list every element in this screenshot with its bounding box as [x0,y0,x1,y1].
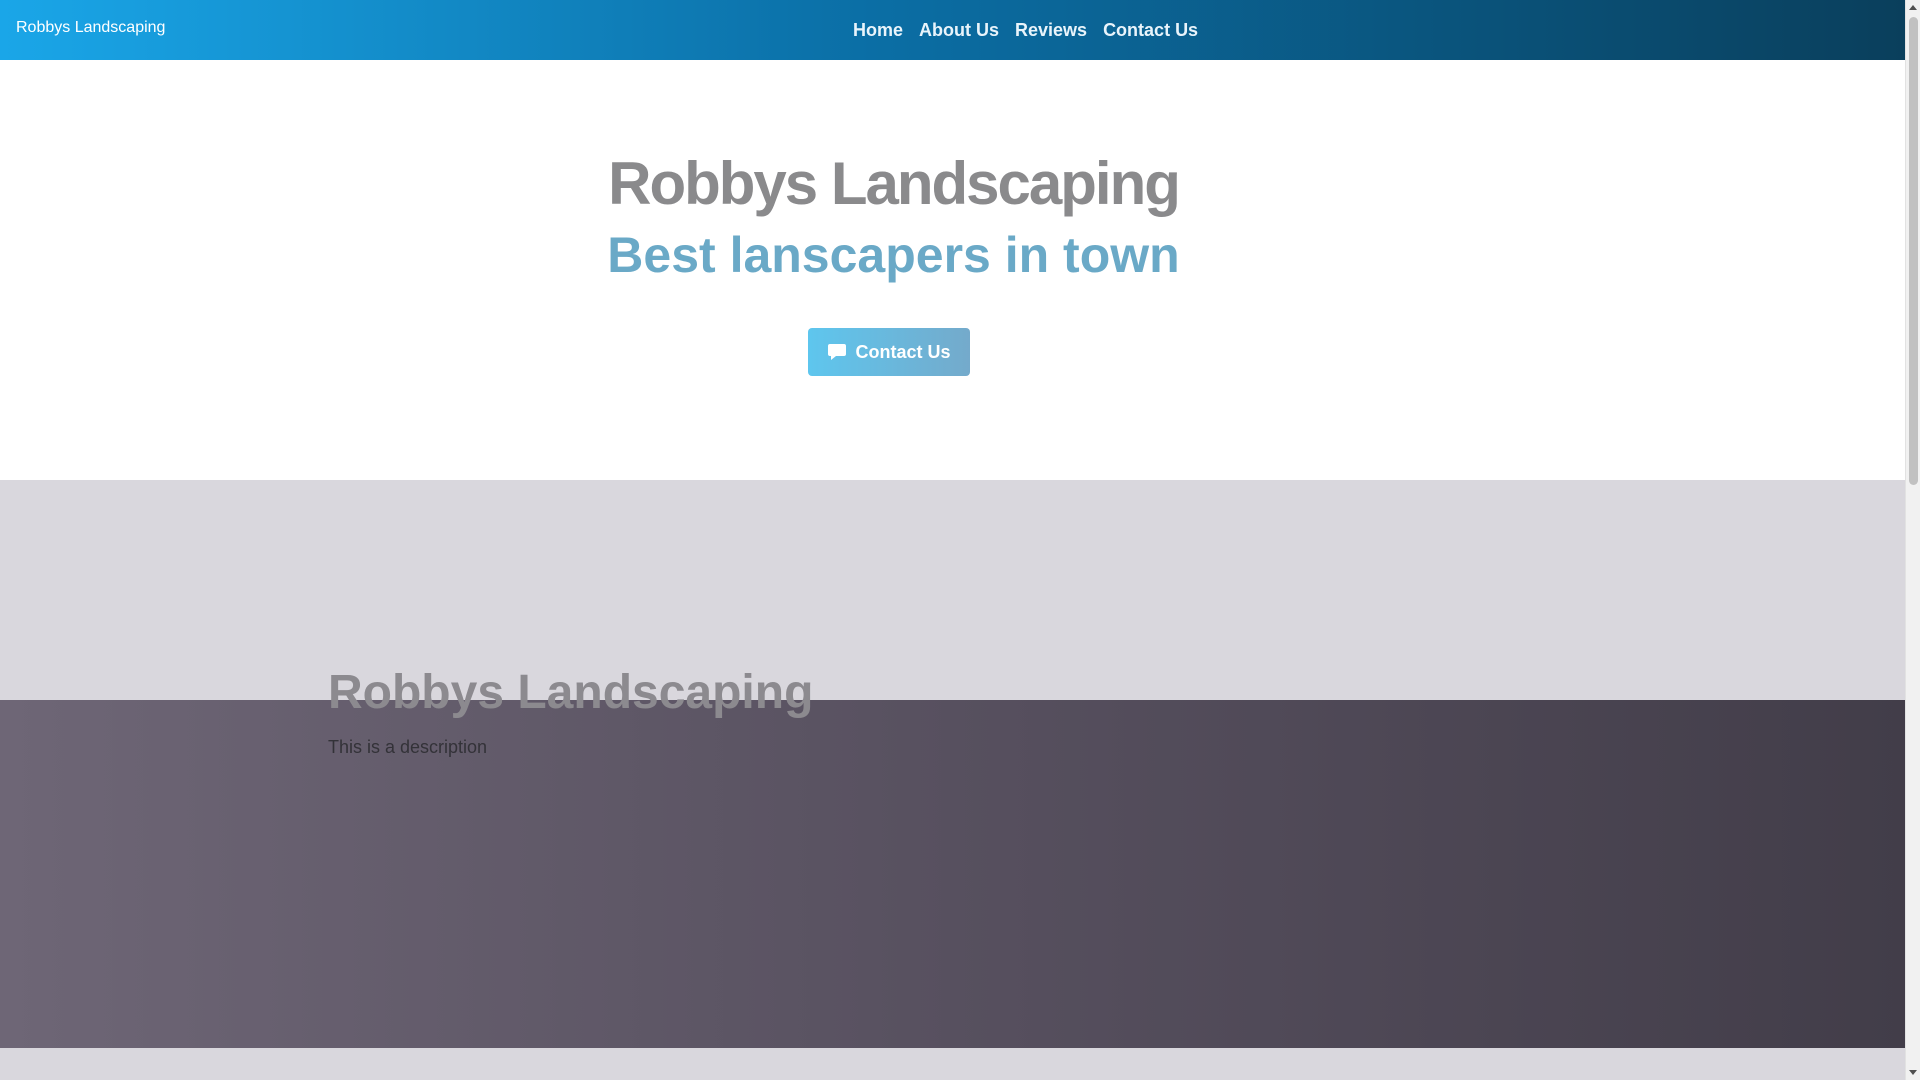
brand-link[interactable]: Robbys Landscaping [16,19,165,37]
contact-us-button[interactable]: Contact Us [808,328,970,376]
chat-icon [827,343,847,361]
about-section: Robbys Landscaping This is a description [0,480,1905,1048]
next-section-strip [0,1048,1905,1080]
hero-subtitle: Best lanscapers in town [607,227,1180,283]
nav-links: Home About Us Reviews Contact Us [845,19,1206,41]
about-description: This is a description [328,737,488,757]
scroll-down-icon[interactable] [1909,1070,1917,1075]
scroll-up-icon[interactable] [1909,5,1917,10]
nav-link-contact-us[interactable]: Contact Us [1095,19,1206,41]
scroll-thumb[interactable] [1909,17,1918,485]
viewport: Robbys Landscaping Home About Us Reviews… [0,0,1905,1080]
contact-us-button-label: Contact Us [855,341,951,362]
nav-link-reviews[interactable]: Reviews [1007,19,1095,41]
nav-link-about-us[interactable]: About Us [911,19,1007,41]
about-title: Robbys Landscaping [328,666,814,719]
hero-title: Robbys Landscaping [608,150,1181,217]
page-scrollbar[interactable] [1905,0,1920,1080]
about-dark-band [0,700,1905,1048]
about-content: Robbys Landscaping This is a description [328,665,813,758]
hero-section: Robbys Landscaping Best lanscapers in to… [0,60,1905,480]
navbar: Robbys Landscaping Home About Us Reviews… [0,0,1905,60]
nav-link-home[interactable]: Home [845,19,911,41]
page: Robbys Landscaping Home About Us Reviews… [0,0,1920,1080]
